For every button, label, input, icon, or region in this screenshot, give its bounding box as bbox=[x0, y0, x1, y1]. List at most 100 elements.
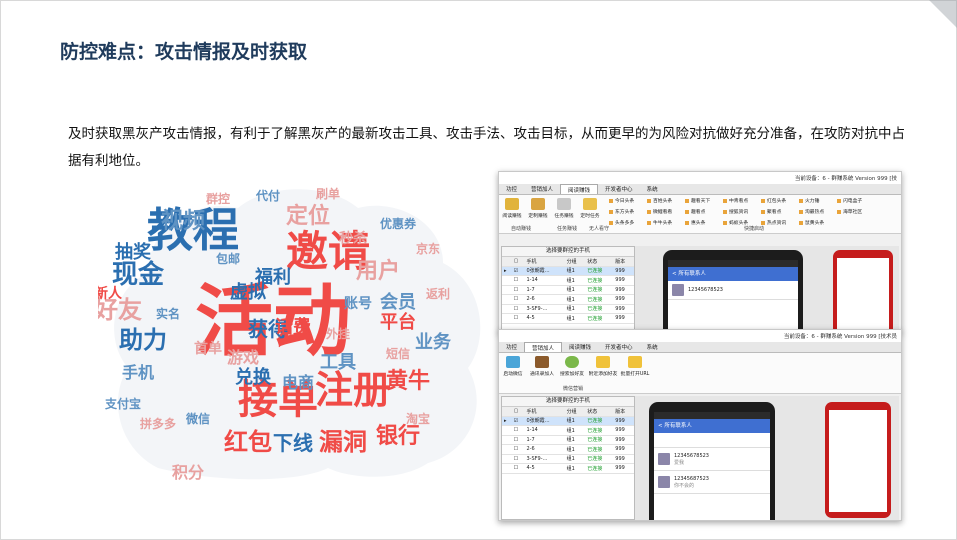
menu-item[interactable]: 阅读赚钱 bbox=[562, 342, 598, 352]
quick-item[interactable]: 鼠黄头条 bbox=[799, 219, 837, 230]
menu-item[interactable]: 系统 bbox=[640, 342, 665, 352]
ribbon-button[interactable]: 启动微信 bbox=[499, 353, 527, 393]
row-checkbox[interactable]: ☐ bbox=[511, 454, 525, 464]
row-checkbox[interactable]: ☐ bbox=[511, 304, 525, 314]
cell-group: 组1 bbox=[564, 454, 586, 464]
quick-item[interactable]: 中青看点 bbox=[723, 197, 761, 208]
contacts-icon bbox=[535, 356, 549, 368]
row-checkbox[interactable]: ☐ bbox=[511, 435, 525, 445]
menu-item[interactable]: 系统 bbox=[640, 184, 665, 194]
menu-item[interactable]: 营销加人 bbox=[524, 184, 560, 194]
quick-item[interactable]: 海草社区 bbox=[837, 208, 875, 219]
row-checkbox[interactable]: ☐ bbox=[511, 285, 525, 295]
quick-item[interactable]: 淘最热点 bbox=[799, 208, 837, 219]
body-paragraph: 及时获取黑灰产攻击情报，有利于了解黑灰产的最新攻击工具、攻击手法、攻击目标，从而… bbox=[68, 126, 905, 169]
table-row[interactable]: ☐ 2-6 组1 已连接 999 bbox=[502, 444, 634, 455]
word-cloud-word: 抽奖 bbox=[115, 241, 152, 263]
quick-item[interactable]: 热点资讯 bbox=[761, 219, 799, 230]
menu-item-active[interactable]: 阅读赚钱 bbox=[560, 184, 599, 194]
quick-item[interactable]: 微鲤看看 bbox=[647, 208, 685, 219]
quick-item[interactable]: 头条多多 bbox=[609, 219, 647, 230]
control-software-window-2: 当前设备：6 - 群赚系统 Version 999 [技术员 功控 营销加人 阅… bbox=[498, 329, 902, 521]
cell-version: 999 bbox=[613, 425, 634, 436]
row-checkbox[interactable]: ☐ bbox=[511, 425, 525, 436]
table-row[interactable]: ☐ 3-SF9-… 组1 已连接 999 bbox=[502, 454, 634, 464]
word-cloud-word: 会员 bbox=[380, 291, 416, 313]
contacts-appbar[interactable]: < 所有联系人 bbox=[668, 267, 798, 281]
table-row[interactable]: ☐ 3-SF9-… 组1 已连接 999 bbox=[502, 304, 634, 314]
cell-version: 999 bbox=[613, 444, 634, 455]
row-checkbox[interactable]: ☐ bbox=[511, 313, 525, 324]
menu-item[interactable]: 开发者中心 bbox=[598, 184, 640, 194]
ribbon-button-label: 搜索加好友 bbox=[560, 372, 584, 377]
quick-item[interactable]: 红包头条 bbox=[761, 197, 799, 208]
contacts-appbar[interactable]: < 所有联系人 bbox=[654, 419, 770, 433]
table-row[interactable]: ☐ 2-6 组1 已连接 999 bbox=[502, 294, 634, 305]
word-cloud-word: 群控 bbox=[205, 191, 230, 206]
quick-item[interactable]: 牛牛头条 bbox=[647, 219, 685, 230]
quick-item[interactable]: 趣看天下 bbox=[685, 197, 723, 208]
quick-item[interactable]: 东方头条 bbox=[609, 208, 647, 219]
word-cloud-word: 下线 bbox=[273, 431, 313, 455]
quick-item[interactable]: 今日头条 bbox=[609, 197, 647, 208]
phone-mirror-red[interactable] bbox=[833, 250, 893, 332]
ribbon-button[interactable]: 批量打开URL bbox=[619, 353, 651, 393]
col-header[interactable]: 分组 bbox=[564, 407, 586, 417]
col-header[interactable]: 手机 bbox=[524, 407, 565, 417]
table-row[interactable]: ☐ 1-14 组1 已连接 999 bbox=[502, 425, 634, 436]
table-row[interactable]: ☐ 4-5 组1 已连接 999 bbox=[502, 463, 634, 474]
row-checkbox[interactable]: ☐ bbox=[511, 275, 525, 286]
window-titlebar: 当前设备：6 - 群赚系统 Version 999 [技术员 bbox=[499, 330, 901, 342]
table-row[interactable]: ▸ ☑ 0张朝霞… 组1 已连接 999 bbox=[502, 416, 634, 426]
table-row[interactable]: ☐ 1-14 组1 已连接 999 bbox=[502, 275, 634, 286]
cell-version: 999 bbox=[613, 294, 634, 305]
quick-item[interactable]: 闪电盒子 bbox=[837, 197, 875, 208]
menu-bar: 功控 营销加人 阅读赚钱 开发者中心 系统 bbox=[499, 184, 901, 195]
menu-item-active[interactable]: 营销加人 bbox=[524, 342, 563, 352]
word-cloud-word: 短信 bbox=[386, 346, 410, 361]
word-cloud-word: 手机 bbox=[122, 363, 154, 382]
avatar bbox=[658, 476, 670, 488]
col-header[interactable]: 手机 bbox=[524, 257, 565, 267]
col-header[interactable]: 分组 bbox=[564, 257, 586, 267]
phone-mirror[interactable]: < 所有联系人 12345678523 爱我 12345687523 你不会的 bbox=[649, 402, 775, 520]
contact-item[interactable]: 12345678523 爱我 bbox=[654, 448, 770, 471]
table-row[interactable]: ☐ 4-5 组1 已连接 999 bbox=[502, 313, 634, 324]
phone-mirror-red[interactable] bbox=[825, 402, 891, 518]
col-header[interactable]: 状态 bbox=[585, 257, 614, 267]
ribbon-button[interactable]: 附近添加好友 bbox=[587, 353, 619, 393]
word-cloud-word: 兑换 bbox=[235, 366, 272, 388]
row-marker bbox=[502, 304, 512, 314]
quick-item[interactable]: 聚看点 bbox=[761, 208, 799, 219]
table-row[interactable]: ☐ 1-7 组1 已连接 999 bbox=[502, 435, 634, 445]
menu-item[interactable]: 开发者中心 bbox=[598, 342, 640, 352]
table-row[interactable]: ▸ ☑ 0张朝霞… 组1 已连接 999 bbox=[502, 266, 634, 276]
word-cloud-word: 助力 bbox=[119, 326, 167, 354]
contact-item[interactable]: 12345678523 bbox=[668, 281, 798, 300]
col-header[interactable]: 版本 bbox=[613, 257, 634, 267]
row-checkbox[interactable]: ☑ bbox=[511, 266, 525, 276]
ribbon: 启动微信 通讯录加人 搜索加好友 附近添加好友 批量打开URL 微信营销 bbox=[499, 353, 901, 394]
quick-item[interactable]: 搜狐资讯 bbox=[723, 208, 761, 219]
row-checkbox[interactable]: ☐ bbox=[511, 294, 525, 305]
menu-item[interactable]: 功控 bbox=[499, 342, 524, 352]
table-row[interactable]: ☐ 1-7 组1 已连接 999 bbox=[502, 285, 634, 295]
ribbon: 阅读赚钱 定制赚钱 任务赚钱 定时任务 今日头条 百姓头条 趣看天下 中青看点 … bbox=[499, 195, 901, 234]
contact-item[interactable]: 12345687523 你不会的 bbox=[654, 471, 770, 494]
quick-item[interactable]: 百姓头条 bbox=[647, 197, 685, 208]
quick-item[interactable]: 惠头条 bbox=[685, 219, 723, 230]
word-cloud-word: 京东 bbox=[416, 241, 440, 256]
row-checkbox[interactable]: ☑ bbox=[511, 416, 525, 426]
menu-item[interactable]: 功控 bbox=[499, 184, 524, 194]
phone-mirror[interactable]: < 所有联系人 12345678523 bbox=[663, 250, 803, 332]
phone-preview-area: < 所有联系人 12345678523 bbox=[635, 246, 899, 332]
ribbon-button[interactable]: 通讯录加人 bbox=[527, 353, 557, 393]
quick-item[interactable]: 趣看点 bbox=[685, 208, 723, 219]
col-header[interactable]: 版本 bbox=[613, 407, 634, 417]
quick-item[interactable]: 火力锤 bbox=[799, 197, 837, 208]
col-header[interactable]: 状态 bbox=[585, 407, 614, 417]
cell-version: 999 bbox=[613, 463, 634, 474]
row-checkbox[interactable]: ☐ bbox=[511, 463, 525, 474]
word-cloud-word: 视频 bbox=[161, 208, 205, 234]
row-checkbox[interactable]: ☐ bbox=[511, 444, 525, 455]
